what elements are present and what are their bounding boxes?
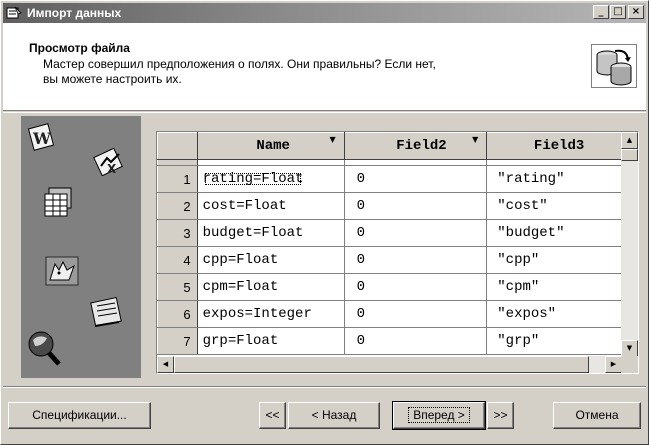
last-page-button[interactable]: >>: [487, 402, 514, 429]
table-row[interactable]: 2 cost=Float 0 "cost": [157, 192, 622, 220]
cell[interactable]: budget=Float: [197, 219, 345, 247]
table-row[interactable]: 4 cpp=Float 0 "cpp": [157, 246, 622, 274]
preview-table: Name ▼ Field2 ▼ Field3 1 rating=Float 0: [157, 132, 622, 355]
cell[interactable]: "rating": [486, 165, 622, 193]
row-number[interactable]: 3: [157, 219, 198, 247]
table-row[interactable]: 1 rating=Float 0 "rating": [157, 165, 622, 193]
vertical-scroll-thumb[interactable]: [621, 149, 638, 161]
cell[interactable]: cpp=Float: [197, 246, 345, 274]
description-line-2: вы можете настроить их.: [43, 72, 182, 86]
window-title: Импорт данных: [27, 6, 122, 20]
table-row[interactable]: 6 expos=Integer 0 "expos": [157, 300, 622, 328]
cell[interactable]: 0: [344, 246, 488, 274]
row-number[interactable]: 1: [157, 165, 198, 193]
next-button[interactable]: Вперед >: [392, 401, 486, 430]
maximize-button[interactable]: □: [610, 5, 626, 19]
cell[interactable]: 0: [344, 165, 488, 193]
table-row[interactable]: 5 cpm=Float 0 "cpm": [157, 273, 622, 301]
cell[interactable]: rating=Float: [197, 165, 345, 193]
page-title: Просмотр файла: [29, 41, 130, 55]
title-bar[interactable]: Импорт данных _ □ ×: [3, 3, 646, 23]
row-number[interactable]: 4: [157, 246, 198, 274]
spreadsheet-icon: [43, 186, 75, 221]
cell[interactable]: grp=Float: [197, 327, 345, 355]
specifications-button[interactable]: Спецификации...: [8, 402, 151, 429]
cell[interactable]: 0: [344, 300, 488, 328]
data-preview-grid[interactable]: Name ▼ Field2 ▼ Field3 1 rating=Float 0: [156, 131, 639, 374]
cell[interactable]: cpm=Float: [197, 273, 345, 301]
scroll-left-icon[interactable]: ◀: [157, 356, 174, 373]
svg-text:W: W: [32, 129, 52, 148]
row-number[interactable]: 6: [157, 300, 198, 328]
scroll-right-icon[interactable]: ▶: [605, 356, 622, 373]
scroll-up-icon[interactable]: ▲: [621, 132, 638, 149]
row-number[interactable]: 5: [157, 273, 198, 301]
import-wizard-window: Импорт данных _ □ × Просмотр файла Масте…: [0, 0, 649, 445]
close-button[interactable]: ×: [628, 5, 644, 19]
cell[interactable]: expos=Integer: [197, 300, 345, 328]
first-page-button[interactable]: <<: [259, 402, 286, 429]
wizard-header: Просмотр файла Мастер совершил предполож…: [3, 23, 646, 111]
table-row[interactable]: 7 grp=Float 0 "grp": [157, 327, 622, 355]
notepad-icon: [89, 296, 123, 333]
scroll-down-icon[interactable]: ▼: [621, 340, 638, 357]
cell[interactable]: "cpp": [486, 246, 622, 274]
row-number[interactable]: 2: [157, 192, 198, 220]
dropdown-arrow-icon[interactable]: ▼: [330, 135, 336, 144]
svg-text:X: X: [107, 162, 117, 176]
word-document-icon: W: [27, 122, 59, 155]
cell[interactable]: "grp": [486, 327, 622, 355]
wizard-side-image: W X: [21, 116, 141, 378]
column-header-name[interactable]: Name ▼: [196, 132, 345, 160]
database-import-icon: [591, 44, 637, 88]
cancel-button[interactable]: Отмена: [553, 402, 641, 429]
cell[interactable]: 0: [344, 273, 488, 301]
cell[interactable]: cost=Float: [197, 192, 345, 220]
cell[interactable]: "cost": [486, 192, 622, 220]
page-description: Мастер совершил предположения о полях. О…: [43, 57, 543, 87]
query-icon: [25, 326, 65, 371]
import-data-icon: [6, 6, 22, 20]
cell[interactable]: 0: [344, 327, 488, 355]
column-header-field2[interactable]: Field2 ▼: [343, 132, 488, 160]
excel-chart-icon: X: [93, 146, 127, 179]
back-button[interactable]: < Назад: [288, 402, 380, 429]
scrollbar-corner: [621, 356, 638, 373]
cell[interactable]: "budget": [486, 219, 622, 247]
minimize-button[interactable]: _: [593, 5, 609, 19]
cell[interactable]: "cpm": [486, 273, 622, 301]
cell[interactable]: 0: [344, 219, 488, 247]
table-row[interactable]: 3 budget=Float 0 "budget": [157, 219, 622, 247]
cell[interactable]: "expos": [486, 300, 622, 328]
grid-corner[interactable]: [157, 132, 198, 160]
column-header-field3[interactable]: Field3: [486, 132, 622, 160]
horizontal-scrollbar[interactable]: ◀ ▶: [157, 356, 622, 373]
description-line-1: Мастер совершил предположения о полях. О…: [43, 57, 436, 71]
vertical-scrollbar[interactable]: ▲ ▼: [621, 132, 638, 357]
bottom-separator: [3, 386, 646, 388]
row-number[interactable]: 7: [157, 327, 198, 355]
horizontal-scroll-thumb[interactable]: [174, 356, 589, 373]
foxpro-icon: [45, 256, 79, 289]
cell[interactable]: 0: [344, 192, 488, 220]
dropdown-arrow-icon[interactable]: ▼: [472, 135, 478, 144]
